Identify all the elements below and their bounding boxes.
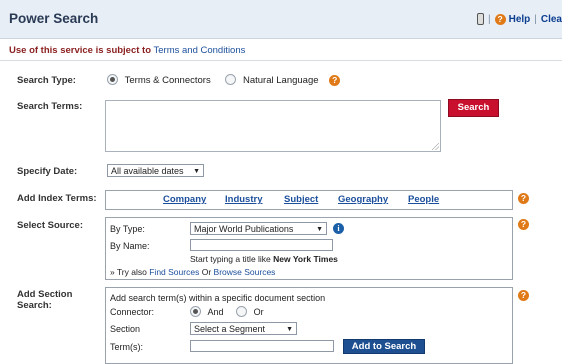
index-link-people[interactable]: People (408, 194, 439, 205)
source-hint: Start typing a title like New York Times (190, 254, 338, 264)
help-link[interactable]: Help (509, 14, 531, 25)
section-intro: Add search term(s) within a specific doc… (110, 293, 326, 303)
terms-link[interactable]: Terms and Conditions (154, 45, 246, 56)
by-type-label: By Type: (110, 224, 145, 234)
search-terms-label: Search Terms: (17, 101, 83, 112)
page-title: Power Search (9, 11, 99, 26)
select-source-label: Select Source: (17, 220, 83, 231)
help-icon[interactable]: ? (494, 13, 506, 25)
radio-natural-language[interactable] (225, 74, 237, 85)
browse-sources-link[interactable]: Browse Sources (214, 267, 276, 277)
source-type-select[interactable]: Major World Publications ▼ (190, 222, 327, 235)
find-sources-link[interactable]: Find Sources (149, 267, 199, 277)
add-to-search-button[interactable]: Add to Search (343, 339, 425, 354)
connector-group: And Or (190, 306, 264, 317)
info-icon[interactable]: i (333, 223, 344, 234)
option-natural-language: Natural Language (242, 75, 319, 86)
question-icon[interactable]: ? (518, 219, 529, 230)
index-link-geography[interactable]: Geography (338, 194, 388, 205)
option-terms-connectors: Terms & Connectors (124, 75, 211, 86)
resize-grip[interactable] (432, 143, 439, 150)
terms-label: Term(s): (110, 342, 143, 352)
question-icon[interactable]: ? (329, 75, 341, 86)
section-select-value: Select a Segment (194, 324, 266, 334)
index-terms-label: Add Index Terms: (17, 193, 97, 204)
index-terms-box: Company Industry Subject Geography Peopl… (105, 190, 513, 210)
question-icon[interactable]: ? (518, 290, 529, 301)
section-terms-input[interactable] (190, 340, 334, 352)
terms-notice: Use of this service is subject to Terms … (0, 40, 562, 61)
search-button[interactable]: Search (448, 99, 499, 117)
index-link-company[interactable]: Company (163, 194, 206, 205)
section-select[interactable]: Select a Segment ▼ (190, 322, 297, 335)
search-terms-textarea[interactable] (105, 100, 441, 152)
source-type-value: Major World Publications (194, 224, 294, 234)
section-search-label: Add Section Search: (17, 289, 73, 311)
clear-link[interactable]: Clea (541, 14, 562, 25)
header-actions: | ? Help | Clea (476, 13, 562, 25)
chevron-down-icon: ▼ (193, 168, 200, 175)
radio-and[interactable] (190, 306, 201, 317)
radio-terms-connectors[interactable] (107, 74, 118, 85)
search-type-label: Search Type: (17, 75, 76, 86)
connector-label: Connector: (110, 307, 155, 317)
chevron-down-icon: ▼ (286, 326, 293, 333)
question-icon[interactable]: ? (518, 193, 529, 204)
date-select[interactable]: All available dates ▼ (107, 164, 204, 177)
chevron-down-icon: ▼ (316, 226, 323, 233)
try-also-line: » Try also Find Sources Or Browse Source… (110, 267, 276, 277)
radio-or[interactable] (236, 306, 248, 317)
index-link-industry[interactable]: Industry (225, 194, 262, 205)
source-name-input[interactable] (190, 239, 333, 251)
source-box: By Type: Major World Publications ▼ i By … (105, 217, 513, 280)
specify-date-label: Specify Date: (17, 166, 78, 177)
toolbox-icon[interactable] (476, 13, 484, 25)
section-search-box: Add search term(s) within a specific doc… (105, 287, 513, 364)
index-link-subject[interactable]: Subject (284, 194, 318, 205)
date-select-value: All available dates (111, 166, 184, 176)
search-type-group: Terms & Connectors Natural Language ? (107, 74, 341, 86)
notice-text: Use of this service is subject to (9, 45, 152, 56)
by-name-label: By Name: (110, 241, 150, 251)
section-label: Section (110, 324, 141, 334)
